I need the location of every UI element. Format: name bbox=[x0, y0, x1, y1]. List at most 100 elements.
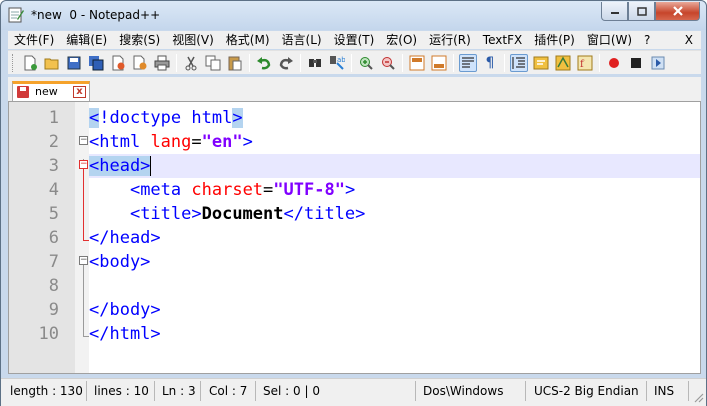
line-number: 2 bbox=[48, 132, 59, 152]
code-line-7[interactable]: 7 − <body> bbox=[9, 250, 700, 274]
menu-macro[interactable]: 宏(O) bbox=[380, 31, 423, 49]
toolbar-separator bbox=[453, 53, 454, 72]
undo-icon[interactable] bbox=[255, 54, 273, 72]
user-defined-lang-icon[interactable] bbox=[532, 54, 550, 72]
close-window-button[interactable] bbox=[655, 2, 700, 21]
close-file-icon[interactable] bbox=[109, 54, 127, 72]
tab-close-button[interactable]: x bbox=[73, 86, 86, 98]
line-number: 5 bbox=[48, 204, 59, 224]
status-eol-format[interactable]: Dos\Windows bbox=[418, 381, 526, 401]
menu-window[interactable]: 窗口(W) bbox=[581, 31, 638, 49]
text-editor[interactable]: 1 <!doctype html> 2 − <html lang="en"> 3… bbox=[8, 101, 701, 374]
line-number: 6 bbox=[48, 228, 59, 248]
line-number: 3 bbox=[48, 156, 59, 176]
menu-language[interactable]: 语言(L) bbox=[276, 31, 328, 49]
toolbar-separator bbox=[599, 53, 600, 72]
fold-toggle-icon[interactable]: − bbox=[79, 136, 88, 145]
line-number: 10 bbox=[38, 324, 59, 344]
redo-icon[interactable] bbox=[277, 54, 295, 72]
line-number: 7 bbox=[48, 252, 59, 272]
status-column: Col : 7 bbox=[204, 381, 256, 401]
status-encoding[interactable]: UCS-2 Big Endian bbox=[529, 381, 647, 401]
resize-grip-icon[interactable] bbox=[692, 391, 704, 403]
document-map-icon[interactable] bbox=[554, 54, 572, 72]
toolbar: ab ¶ f bbox=[8, 50, 701, 74]
menu-help[interactable]: ? bbox=[638, 31, 656, 49]
text-cursor bbox=[150, 156, 152, 176]
close-all-icon[interactable] bbox=[131, 54, 149, 72]
menu-edit[interactable]: 编辑(E) bbox=[60, 31, 113, 49]
status-insert-mode[interactable]: INS bbox=[649, 381, 689, 401]
fold-toggle-icon[interactable]: − bbox=[79, 160, 88, 169]
indent-guide-icon[interactable] bbox=[510, 53, 528, 72]
record-macro-icon[interactable] bbox=[605, 54, 623, 72]
play-macro-icon[interactable] bbox=[649, 54, 667, 72]
find-icon[interactable] bbox=[306, 54, 324, 72]
maximize-icon bbox=[636, 6, 647, 16]
stop-recording-icon[interactable] bbox=[627, 54, 645, 72]
toolbar-separator bbox=[402, 53, 403, 72]
new-file-icon[interactable] bbox=[21, 54, 39, 72]
open-file-icon[interactable] bbox=[43, 54, 61, 72]
toolbar-separator bbox=[176, 53, 177, 72]
tab-new[interactable]: new x bbox=[12, 81, 90, 101]
menu-bar: 文件(F) 编辑(E) 搜索(S) 视图(V) 格式(M) 语言(L) 设置(T… bbox=[8, 31, 701, 49]
replace-icon[interactable]: ab bbox=[328, 54, 346, 72]
maximize-button[interactable] bbox=[628, 2, 655, 21]
status-bar: length : 130 lines : 10 Ln : 3 Col : 7 S… bbox=[1, 378, 706, 406]
code-line-10[interactable]: 10 </html> bbox=[9, 322, 700, 346]
minimize-button[interactable] bbox=[601, 2, 628, 21]
code-line-5[interactable]: 5 <title>Document</title> bbox=[9, 202, 700, 226]
code-line-9[interactable]: 9 </body> bbox=[9, 298, 700, 322]
save-all-icon[interactable] bbox=[87, 54, 105, 72]
code-line-4[interactable]: 4 <meta charset="UTF-8"> bbox=[9, 178, 700, 202]
code-line-3-current[interactable]: 3 − <head> bbox=[9, 154, 700, 178]
toolbar-separator bbox=[504, 53, 505, 72]
toolbar-separator bbox=[249, 53, 250, 72]
menu-settings[interactable]: 设置(T) bbox=[328, 31, 381, 49]
tab-label: new bbox=[35, 85, 58, 98]
status-lines: lines : 10 bbox=[89, 381, 155, 401]
toolbar-separator bbox=[300, 53, 301, 72]
code-line-6[interactable]: 6 </head> bbox=[9, 226, 700, 250]
menu-plugins[interactable]: 插件(P) bbox=[528, 31, 581, 49]
cut-icon[interactable] bbox=[182, 54, 200, 72]
minimize-icon bbox=[610, 12, 619, 14]
menu-search[interactable]: 搜索(S) bbox=[113, 31, 166, 49]
menu-format[interactable]: 格式(M) bbox=[220, 31, 276, 49]
function-list-icon[interactable]: f bbox=[576, 54, 594, 72]
notepad-app-icon[interactable] bbox=[7, 6, 25, 24]
menu-file[interactable]: 文件(F) bbox=[8, 31, 60, 49]
line-number: 9 bbox=[48, 300, 59, 320]
code-line-2[interactable]: 2 − <html lang="en"> bbox=[9, 130, 700, 154]
window-controls bbox=[601, 2, 700, 21]
window-title: *new 0 - Notepad++ bbox=[31, 8, 161, 22]
show-all-chars-icon[interactable]: ¶ bbox=[481, 54, 499, 72]
status-line-number: Ln : 3 bbox=[157, 381, 201, 401]
word-wrap-icon[interactable] bbox=[459, 53, 477, 72]
line-number: 1 bbox=[48, 108, 59, 128]
menu-view[interactable]: 视图(V) bbox=[166, 31, 220, 49]
toolbar-grip[interactable] bbox=[12, 53, 15, 72]
close-icon bbox=[672, 6, 683, 16]
code-line-8[interactable]: 8 bbox=[9, 274, 700, 298]
menu-close-document[interactable]: X bbox=[685, 31, 693, 49]
code-line-1[interactable]: 1 <!doctype html> bbox=[9, 106, 700, 130]
sync-horizontal-icon[interactable] bbox=[430, 54, 448, 72]
menu-textfx[interactable]: TextFX bbox=[477, 31, 528, 49]
title-bar[interactable]: *new 0 - Notepad++ bbox=[1, 1, 706, 30]
menu-run[interactable]: 运行(R) bbox=[423, 31, 477, 49]
status-selection: Sel : 0 | 0 bbox=[258, 381, 416, 401]
save-icon[interactable] bbox=[65, 54, 83, 72]
zoom-out-icon[interactable] bbox=[379, 54, 397, 72]
paste-icon[interactable] bbox=[226, 54, 244, 72]
copy-icon[interactable] bbox=[204, 54, 222, 72]
unsaved-file-icon bbox=[17, 86, 29, 98]
toolbar-separator bbox=[351, 53, 352, 72]
sync-vertical-icon[interactable] bbox=[408, 54, 426, 72]
zoom-in-icon[interactable] bbox=[357, 54, 375, 72]
line-number: 4 bbox=[48, 180, 59, 200]
fold-toggle-icon[interactable]: − bbox=[79, 256, 88, 265]
print-icon[interactable] bbox=[153, 54, 171, 72]
status-length: length : 130 bbox=[5, 381, 87, 401]
